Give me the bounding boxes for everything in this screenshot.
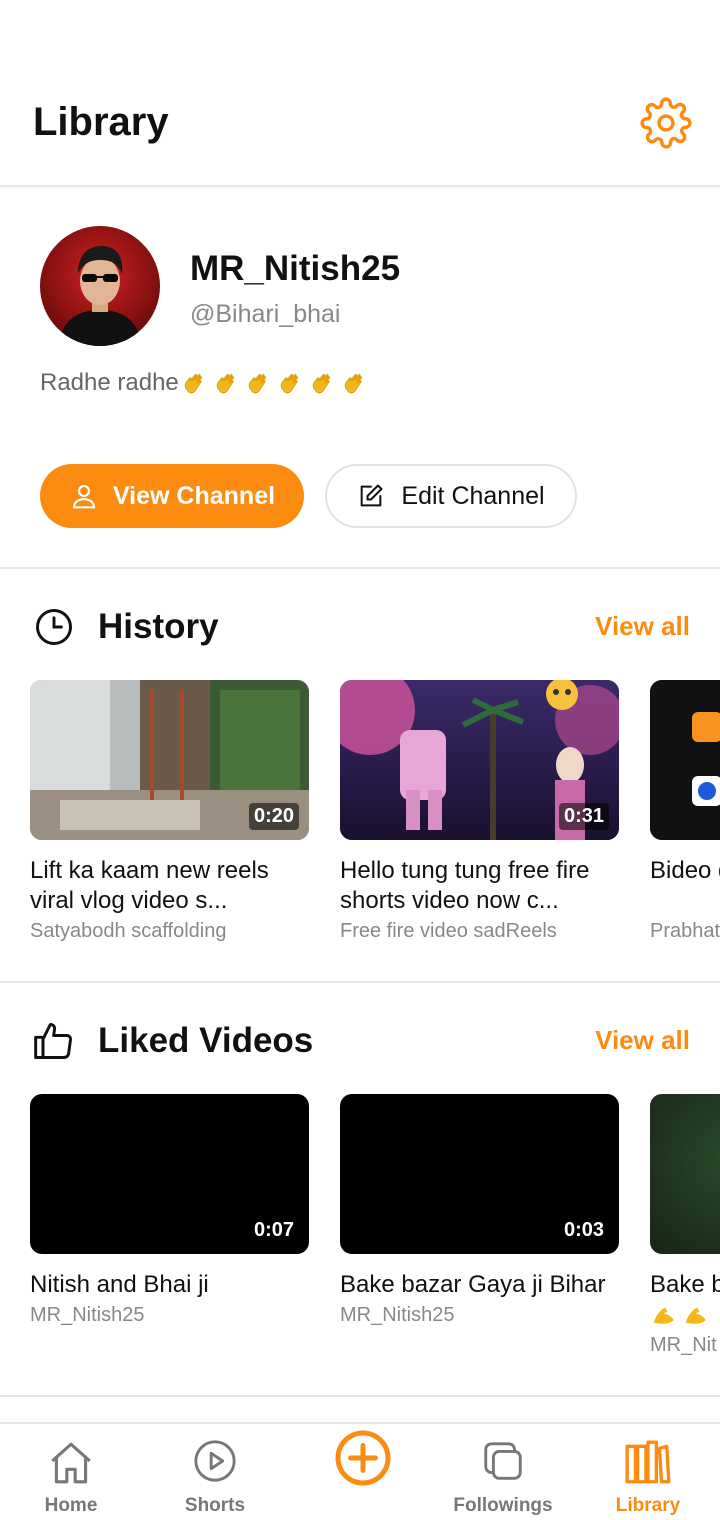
flexed-biceps-icon [685, 1307, 706, 1324]
settings-button[interactable] [640, 97, 692, 149]
play-circle-icon [194, 1440, 236, 1482]
bottom-navigation: Home Shorts Followings Library [0, 1422, 720, 1520]
video-duration: 0:31 [558, 803, 609, 830]
video-duration: 0:07 [248, 1217, 299, 1244]
flex-emoji-row [650, 1300, 720, 1330]
nav-followings-label: Followings [453, 1495, 553, 1516]
video-thumbnail[interactable]: 0:07 [30, 1094, 309, 1254]
video-thumbnail[interactable] [650, 1094, 720, 1254]
video-thumbnail[interactable]: 0:03 [340, 1094, 619, 1254]
clock-icon [36, 609, 72, 645]
nav-shorts[interactable]: Shorts [150, 1424, 280, 1520]
page-title: Library [33, 100, 169, 144]
video-title[interactable]: Bake bazar Gaya ji Bihar [340, 1270, 619, 1300]
user-icon [72, 484, 96, 509]
liked-videos-title: Liked Videos [98, 1021, 314, 1060]
liked-video-card[interactable]: 0:07 Nitish and Bhai ji MR_Nitish25 [30, 1094, 309, 1357]
stacked-squares-icon [484, 1442, 522, 1480]
nav-home[interactable]: Home [6, 1424, 136, 1520]
bio-text: Radhe radhe [40, 369, 179, 396]
clap-icon [280, 374, 298, 394]
channel-handle: @Bihari_bhai [190, 300, 341, 328]
video-title[interactable]: Lift ka kaam new reels viral vlog video … [30, 856, 309, 916]
clap-icon [312, 374, 330, 394]
clap-icon [216, 374, 234, 394]
app-header: Library [0, 0, 720, 187]
history-view-all-link[interactable]: View all [595, 611, 690, 642]
nav-library[interactable]: Library [583, 1424, 713, 1520]
clap-icon [344, 374, 362, 394]
library-books-icon [625, 1440, 671, 1484]
avatar[interactable] [40, 226, 160, 346]
video-channel: MR_Nit [650, 1334, 717, 1356]
clap-emoji-row [181, 369, 373, 397]
history-title: History [98, 607, 219, 646]
video-channel: Prabhat [650, 920, 720, 942]
channel-name: MR_Nitish25 [190, 249, 401, 288]
thumbs-up-icon [34, 1023, 72, 1059]
video-channel: MR_Nitish25 [30, 1304, 145, 1326]
video-title[interactable]: Bideo downl [650, 856, 720, 916]
nav-create[interactable] [298, 1424, 428, 1520]
video-duration: 0:20 [248, 803, 299, 830]
video-title[interactable]: Nitish and Bhai ji [30, 1270, 309, 1300]
video-channel: Free fire video sadReels [340, 920, 557, 942]
history-section: History View all 0:20 Lift ka kaam new r… [0, 571, 720, 983]
view-channel-label: View Channel [112, 481, 276, 510]
video-channel: MR_Nitish25 [340, 1304, 455, 1326]
gear-icon [640, 97, 692, 149]
nav-followings[interactable]: Followings [438, 1424, 568, 1520]
liked-videos-section: Liked Videos View all 0:07 Nitish and Bh… [0, 985, 720, 1397]
edit-icon [361, 484, 383, 507]
nav-shorts-label: Shorts [184, 1495, 246, 1516]
video-channel: Satyabodh scaffolding [30, 920, 227, 942]
profile-section: MR_Nitish25 @Bihari_bhai Radhe radhe Vie… [0, 189, 720, 569]
video-duration: 0:03 [558, 1217, 609, 1244]
plus-circle-icon [335, 1430, 391, 1486]
video-thumbnail[interactable] [650, 680, 720, 840]
video-thumbnail[interactable]: 0:20 [30, 680, 309, 840]
channel-bio: Radhe radhe [40, 369, 373, 397]
liked-video-card[interactable]: Bake b MR_Nit [650, 1094, 720, 1357]
view-channel-button[interactable]: View Channel [40, 464, 304, 528]
flexed-biceps-icon [653, 1307, 674, 1324]
history-video-card[interactable]: Bideo downl Prabhat [650, 680, 720, 943]
video-title[interactable]: Bake b [650, 1270, 720, 1300]
nav-home-label: Home [44, 1495, 98, 1516]
liked-video-card[interactable]: 0:03 Bake bazar Gaya ji Bihar MR_Nitish2… [340, 1094, 619, 1357]
clap-icon [184, 374, 202, 394]
home-icon [51, 1442, 91, 1484]
history-video-card[interactable]: 0:31 Hello tung tung free fire shorts vi… [340, 680, 619, 943]
clap-icon [248, 374, 266, 394]
edit-channel-button[interactable]: Edit Channel [325, 464, 577, 528]
edit-channel-label: Edit Channel [401, 481, 545, 510]
nav-library-label: Library [615, 1495, 681, 1516]
history-video-card[interactable]: 0:20 Lift ka kaam new reels viral vlog v… [30, 680, 309, 943]
video-title[interactable]: Hello tung tung free fire shorts video n… [340, 856, 619, 916]
video-thumbnail[interactable]: 0:31 [340, 680, 619, 840]
liked-view-all-link[interactable]: View all [595, 1025, 690, 1056]
